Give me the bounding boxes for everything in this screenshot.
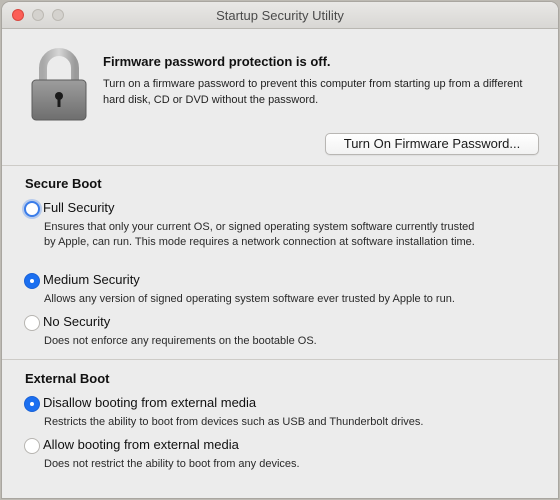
section-divider xyxy=(2,359,558,360)
window-title: Startup Security Utility xyxy=(216,8,344,23)
lock-icon xyxy=(31,48,87,121)
firmware-status-heading: Firmware password protection is off. xyxy=(103,54,331,69)
disallow-external-boot-option[interactable]: Disallow booting from external media Res… xyxy=(24,395,544,431)
disallow-external-boot-label[interactable]: Disallow booting from external media xyxy=(43,395,256,410)
startup-security-window: Startup Security Utility Firmware passwo… xyxy=(2,2,558,498)
title-bar: Startup Security Utility xyxy=(2,2,558,29)
medium-security-radio[interactable] xyxy=(24,273,40,289)
allow-external-boot-description: Does not restrict the ability to boot fr… xyxy=(44,458,300,470)
no-security-option[interactable]: No Security Does not enforce any require… xyxy=(24,314,544,350)
allow-external-boot-option[interactable]: Allow booting from external media Does n… xyxy=(24,437,544,473)
full-security-description: Ensures that only your current OS, or si… xyxy=(44,221,475,248)
no-security-label[interactable]: No Security xyxy=(43,314,110,329)
medium-security-description: Allows any version of signed operating s… xyxy=(44,293,455,305)
medium-security-option[interactable]: Medium Security Allows any version of si… xyxy=(24,272,544,308)
no-security-radio[interactable] xyxy=(24,315,40,331)
section-divider xyxy=(2,165,558,166)
full-security-option[interactable]: Full Security Ensures that only your cur… xyxy=(24,200,544,260)
allow-external-boot-label[interactable]: Allow booting from external media xyxy=(43,437,239,452)
firmware-description: Turn on a firmware password to prevent t… xyxy=(103,78,523,106)
no-security-description: Does not enforce any requirements on the… xyxy=(44,335,317,347)
disallow-external-boot-radio[interactable] xyxy=(24,396,40,412)
allow-external-boot-radio[interactable] xyxy=(24,438,40,454)
disallow-external-boot-description: Restricts the ability to boot from devic… xyxy=(44,416,424,428)
medium-security-label[interactable]: Medium Security xyxy=(43,272,140,287)
full-security-label[interactable]: Full Security xyxy=(43,200,115,215)
full-security-radio[interactable] xyxy=(24,201,40,217)
turn-on-firmware-password-button[interactable]: Turn On Firmware Password... xyxy=(325,133,539,155)
secure-boot-heading: Secure Boot xyxy=(25,176,102,191)
external-boot-heading: External Boot xyxy=(25,371,110,386)
